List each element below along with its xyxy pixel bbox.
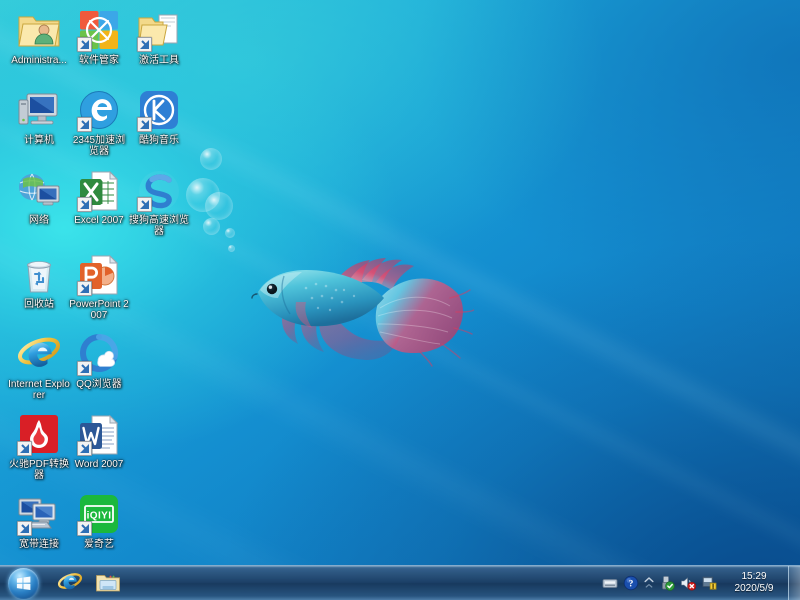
clock-date: 2020/5/9 (725, 583, 783, 595)
desktop-icon[interactable]: PowerPoint 2007 (68, 252, 130, 321)
word-icon (68, 412, 130, 458)
desktop-icon[interactable]: Internet Explorer (8, 332, 70, 401)
shortcut-arrow-icon (77, 521, 92, 536)
windows-logo-icon (8, 568, 39, 599)
desktop-icon[interactable]: 酷狗音乐 (128, 88, 190, 146)
desktop-icon[interactable]: Excel 2007 (68, 168, 130, 226)
folder-open-icon (128, 8, 190, 54)
help-icon[interactable]: ? (623, 575, 639, 591)
desktop-icon[interactable]: 计算机 (8, 88, 70, 146)
network-icon (8, 168, 70, 214)
desktop-icon[interactable]: Word 2007 (68, 412, 130, 470)
desktop-icon[interactable]: Administra... (8, 8, 70, 66)
desktop-icon[interactable]: 软件管家 (68, 8, 130, 66)
taskbar-internet-explorer-icon[interactable] (55, 569, 85, 597)
desktop-icon-label: Word 2007 (68, 459, 130, 470)
shortcut-arrow-icon (77, 197, 92, 212)
desktop-icon[interactable]: 激活工具 (128, 8, 190, 66)
qq-browser-icon (68, 332, 130, 378)
quick-launch-bar (55, 567, 123, 599)
desktop-icon[interactable]: iQIYI 爱奇艺 (68, 492, 130, 550)
desktop-icon[interactable]: QQ浏览器 (68, 332, 130, 390)
show-hidden-icons-chevron-icon[interactable] (644, 575, 654, 591)
desktop-icon-label: 搜狗高速浏览器 (128, 215, 190, 237)
shortcut-arrow-icon (137, 197, 152, 212)
software-manager-icon (68, 8, 130, 54)
taskbar-windows-explorer-icon[interactable] (93, 569, 123, 597)
desktop-icon-label: 回收站 (8, 299, 70, 310)
safely-remove-hardware-icon[interactable] (659, 575, 675, 591)
desktop-icon-label: Administra... (8, 55, 70, 66)
shortcut-arrow-icon (17, 521, 32, 536)
shortcut-arrow-icon (77, 281, 92, 296)
user-folder-icon (8, 8, 70, 54)
desktop-icon[interactable]: 搜狗高速浏览器 (128, 168, 190, 237)
desktop-icon-label: 爱奇艺 (68, 539, 130, 550)
powerpoint-icon (68, 252, 130, 298)
volume-muted-icon[interactable] (680, 575, 696, 591)
shortcut-arrow-icon (137, 117, 152, 132)
desktop-icon-label: Excel 2007 (68, 215, 130, 226)
desktop-icon-label: 激活工具 (128, 55, 190, 66)
browser-e-icon (68, 88, 130, 134)
desktop-icon-label: 计算机 (8, 135, 70, 146)
action-center-icon[interactable] (701, 575, 717, 591)
iqiyi-icon: iQIYI (68, 492, 130, 538)
desktop-icon[interactable]: 回收站 (8, 252, 70, 310)
desktop-icon[interactable]: 火驰PDF转换器 (8, 412, 70, 481)
svg-text:iQIYI: iQIYI (87, 511, 112, 522)
desktop-icon-label: 网络 (8, 215, 70, 226)
internet-explorer-icon (8, 332, 70, 378)
desktop-icon-label: 酷狗音乐 (128, 135, 190, 146)
desktop-icon-label: 2345加速浏览器 (68, 135, 130, 157)
computer-icon (8, 88, 70, 134)
show-desktop-button[interactable] (788, 566, 800, 600)
input-method-icon[interactable] (602, 575, 618, 591)
shortcut-arrow-icon (77, 117, 92, 132)
desktop-icon-label: Internet Explorer (8, 379, 70, 401)
excel-icon (68, 168, 130, 214)
svg-text:?: ? (629, 580, 634, 590)
system-tray: ? (594, 566, 800, 600)
desktop-icon[interactable]: 网络 (8, 168, 70, 226)
taskbar: ? (0, 565, 800, 600)
desktop-icon[interactable]: 宽带连接 (8, 492, 70, 550)
desktop-screen: Administra... 软件管家 激活工具 (0, 0, 800, 600)
sogou-browser-icon (128, 168, 190, 214)
kugou-music-icon (128, 88, 190, 134)
start-button[interactable] (1, 567, 47, 599)
desktop-icon-grid: Administra... 软件管家 激活工具 (0, 0, 800, 566)
desktop-icon-label: QQ浏览器 (68, 379, 130, 390)
clock[interactable]: 15:29 2020/5/9 (723, 571, 785, 595)
desktop-icon-label: 软件管家 (68, 55, 130, 66)
shortcut-arrow-icon (77, 361, 92, 376)
shortcut-arrow-icon (77, 441, 92, 456)
clock-time: 15:29 (725, 571, 783, 583)
desktop-icon-label: 宽带连接 (8, 539, 70, 550)
tray-icon-group: ? (594, 571, 723, 595)
shortcut-arrow-icon (137, 37, 152, 52)
shortcut-arrow-icon (17, 441, 32, 456)
recycle-bin-icon (8, 252, 70, 298)
desktop-icon-label: PowerPoint 2007 (68, 299, 130, 321)
broadband-connection-icon (8, 492, 70, 538)
desktop-icon-label: 火驰PDF转换器 (8, 459, 70, 481)
huochi-pdf-icon (8, 412, 70, 458)
desktop-icon[interactable]: 2345加速浏览器 (68, 88, 130, 157)
shortcut-arrow-icon (77, 37, 92, 52)
